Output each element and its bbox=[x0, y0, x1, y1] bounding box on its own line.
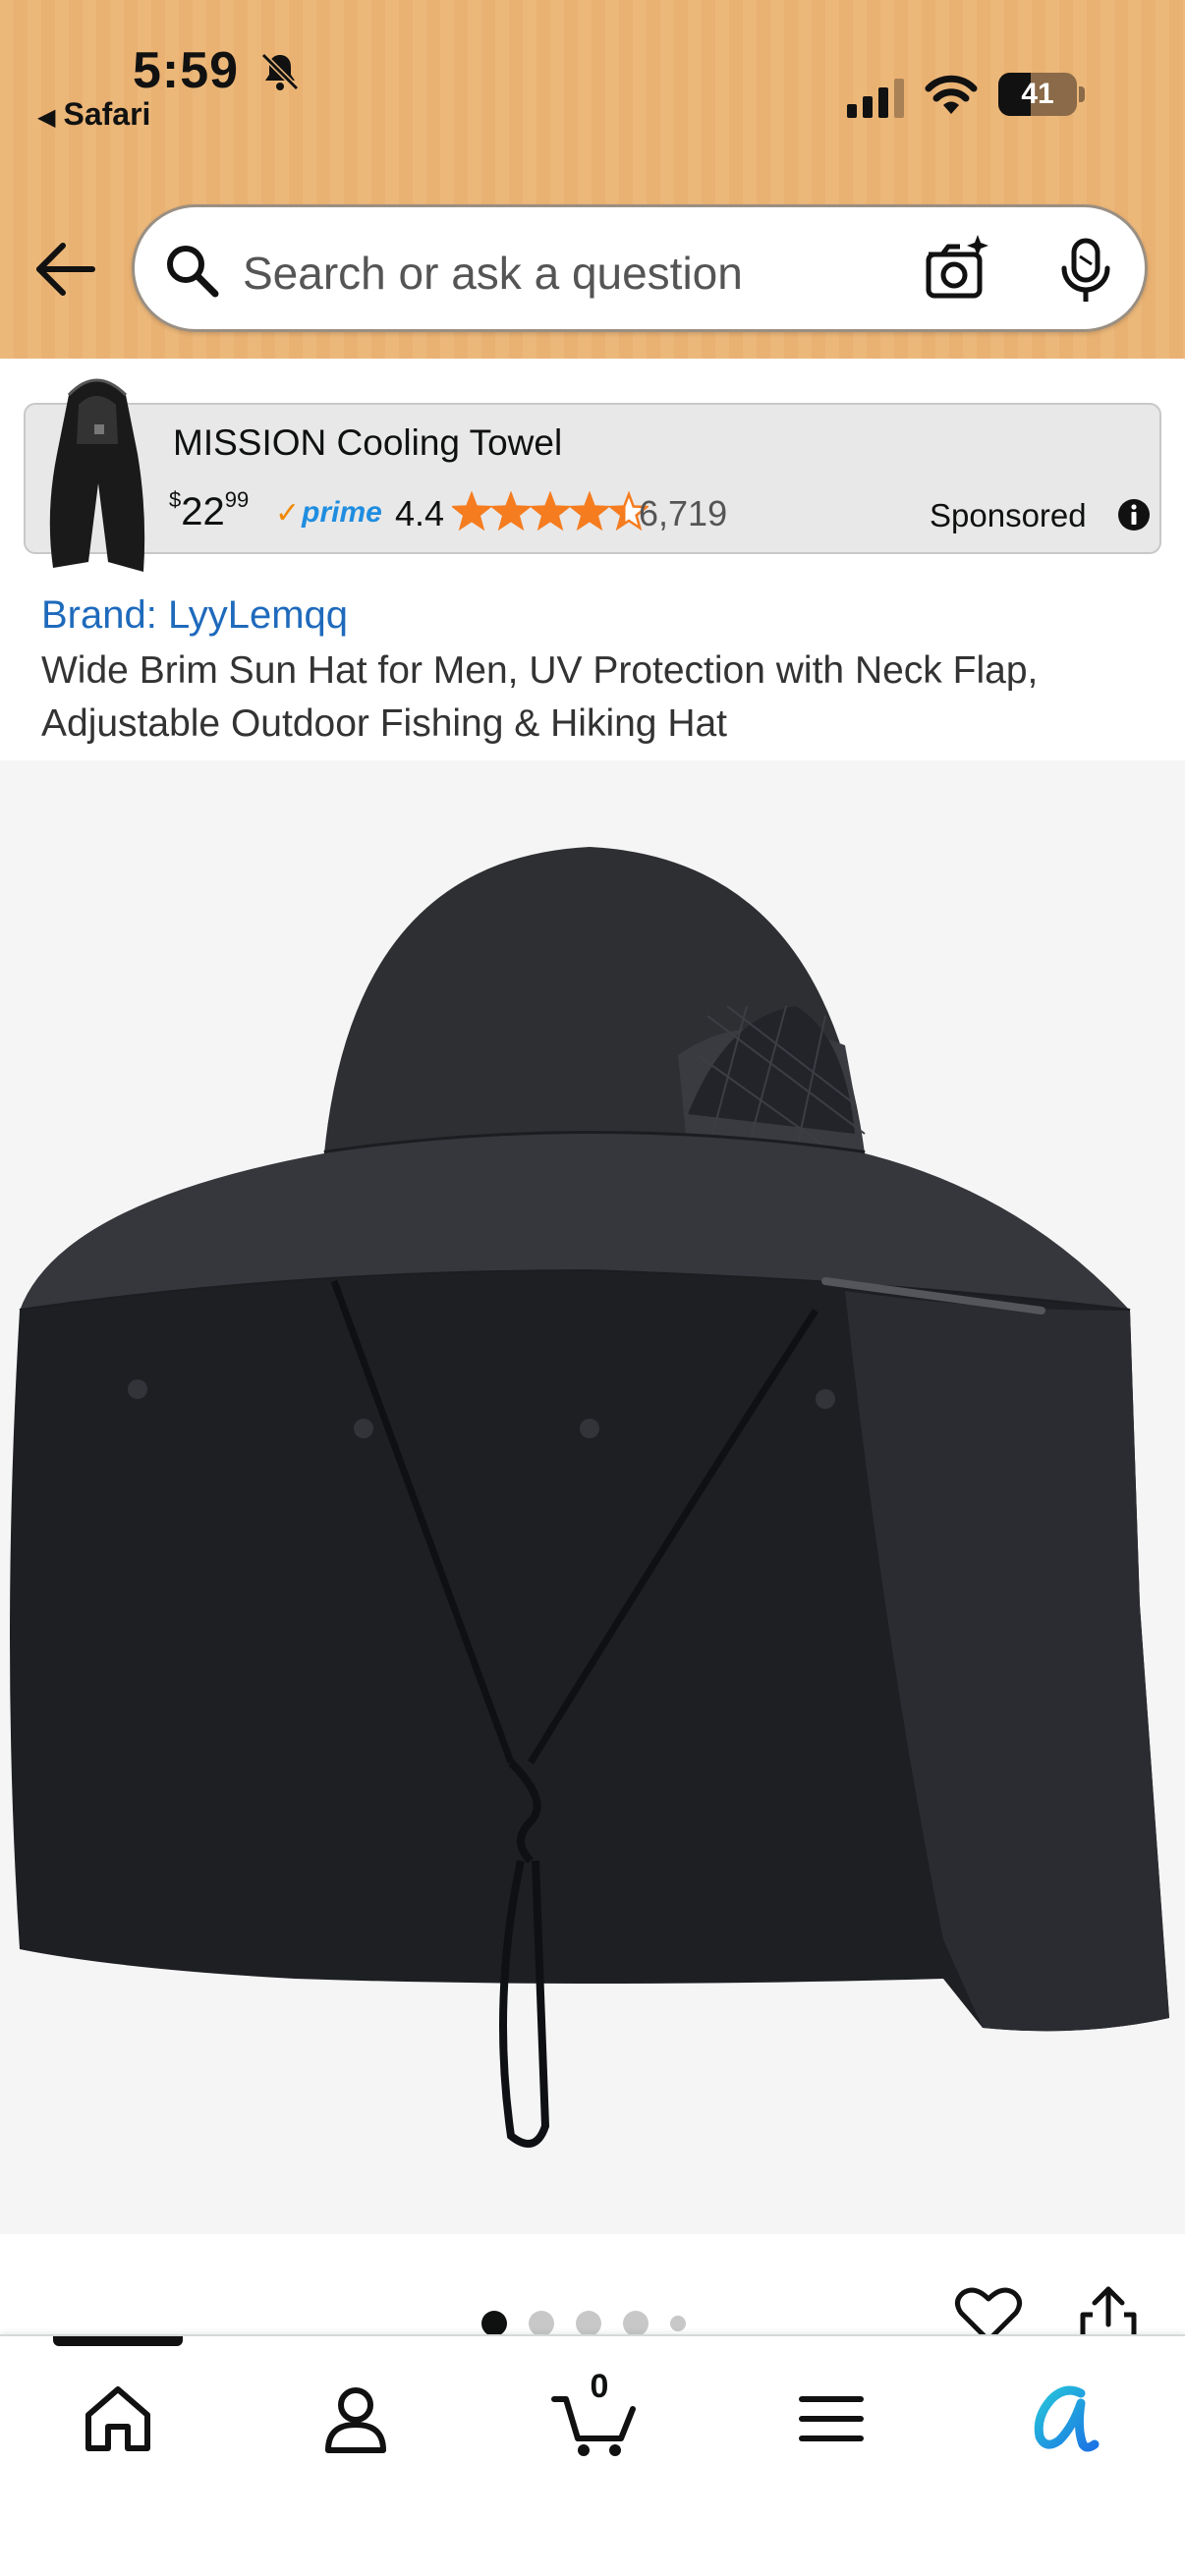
carousel-dot[interactable] bbox=[481, 2311, 507, 2336]
product-image[interactable] bbox=[0, 760, 1185, 2234]
cellular-signal-icon bbox=[847, 79, 904, 118]
back-to-app[interactable]: ◀ Safari bbox=[37, 96, 150, 133]
silent-bell-icon bbox=[260, 52, 300, 91]
battery-percent: 41 bbox=[1021, 78, 1054, 110]
rating-star bbox=[489, 491, 533, 532]
search-input[interactable]: Search or ask a question bbox=[243, 247, 743, 300]
rating-star bbox=[568, 491, 611, 532]
microphone-icon[interactable] bbox=[1054, 237, 1117, 304]
carousel-dot[interactable] bbox=[623, 2311, 649, 2336]
search-icon bbox=[167, 246, 219, 298]
battery-indicator: 41 bbox=[998, 73, 1085, 116]
wifi-icon bbox=[925, 75, 978, 114]
price-fraction: 99 bbox=[224, 487, 250, 512]
rufus-ai-icon[interactable] bbox=[1026, 2380, 1104, 2458]
ad-title[interactable]: MISSION Cooling Towel bbox=[173, 422, 562, 464]
brand-link[interactable]: Brand: LyyLemqq bbox=[41, 593, 348, 638]
info-icon[interactable] bbox=[1116, 497, 1152, 532]
status-time: 5:59 bbox=[133, 42, 240, 99]
cooling-towel-product-image bbox=[49, 378, 145, 572]
ad-review-count[interactable]: 6,719 bbox=[639, 493, 727, 534]
product-title: Wide Brim Sun Hat for Men, UV Protection… bbox=[41, 649, 1039, 745]
prime-label: prime bbox=[302, 496, 382, 529]
bottom-navigation: 0 bbox=[0, 2334, 1185, 2576]
prime-badge: ✓ prime bbox=[275, 493, 382, 532]
sun-hat-image bbox=[10, 847, 1169, 2148]
cart-icon[interactable] bbox=[550, 2380, 639, 2458]
carousel-dot[interactable] bbox=[576, 2311, 601, 2336]
ad-price: $2299 bbox=[169, 487, 249, 534]
carousel-dot[interactable] bbox=[670, 2316, 686, 2331]
home-icon[interactable] bbox=[79, 2380, 157, 2458]
ad-rating: 4.4 bbox=[395, 493, 445, 533]
rating-star bbox=[529, 491, 572, 532]
account-icon[interactable] bbox=[316, 2380, 395, 2458]
star-rating-icon bbox=[452, 491, 649, 532]
price-whole: 22 bbox=[181, 490, 225, 533]
camera-lens-icon[interactable] bbox=[921, 233, 991, 304]
back-arrow-icon[interactable] bbox=[33, 240, 98, 299]
sponsored-ad-banner[interactable]: MISSION Cooling Towel $2299 ✓ prime 4.4 6… bbox=[24, 378, 1161, 572]
price-symbol: $ bbox=[169, 487, 182, 512]
carousel-dot[interactable] bbox=[529, 2311, 554, 2336]
search-bar[interactable]: Search or ask a question bbox=[132, 204, 1148, 332]
back-app-label: Safari bbox=[63, 96, 151, 132]
sponsored-label: Sponsored bbox=[930, 497, 1087, 533]
menu-icon[interactable] bbox=[792, 2380, 871, 2458]
rating-star bbox=[452, 491, 493, 532]
active-tab-indicator bbox=[53, 2336, 183, 2346]
header: 5:59 ◀ Safari 41 Search or ask a question bbox=[0, 0, 1185, 359]
prime-check-icon: ✓ bbox=[275, 496, 301, 530]
